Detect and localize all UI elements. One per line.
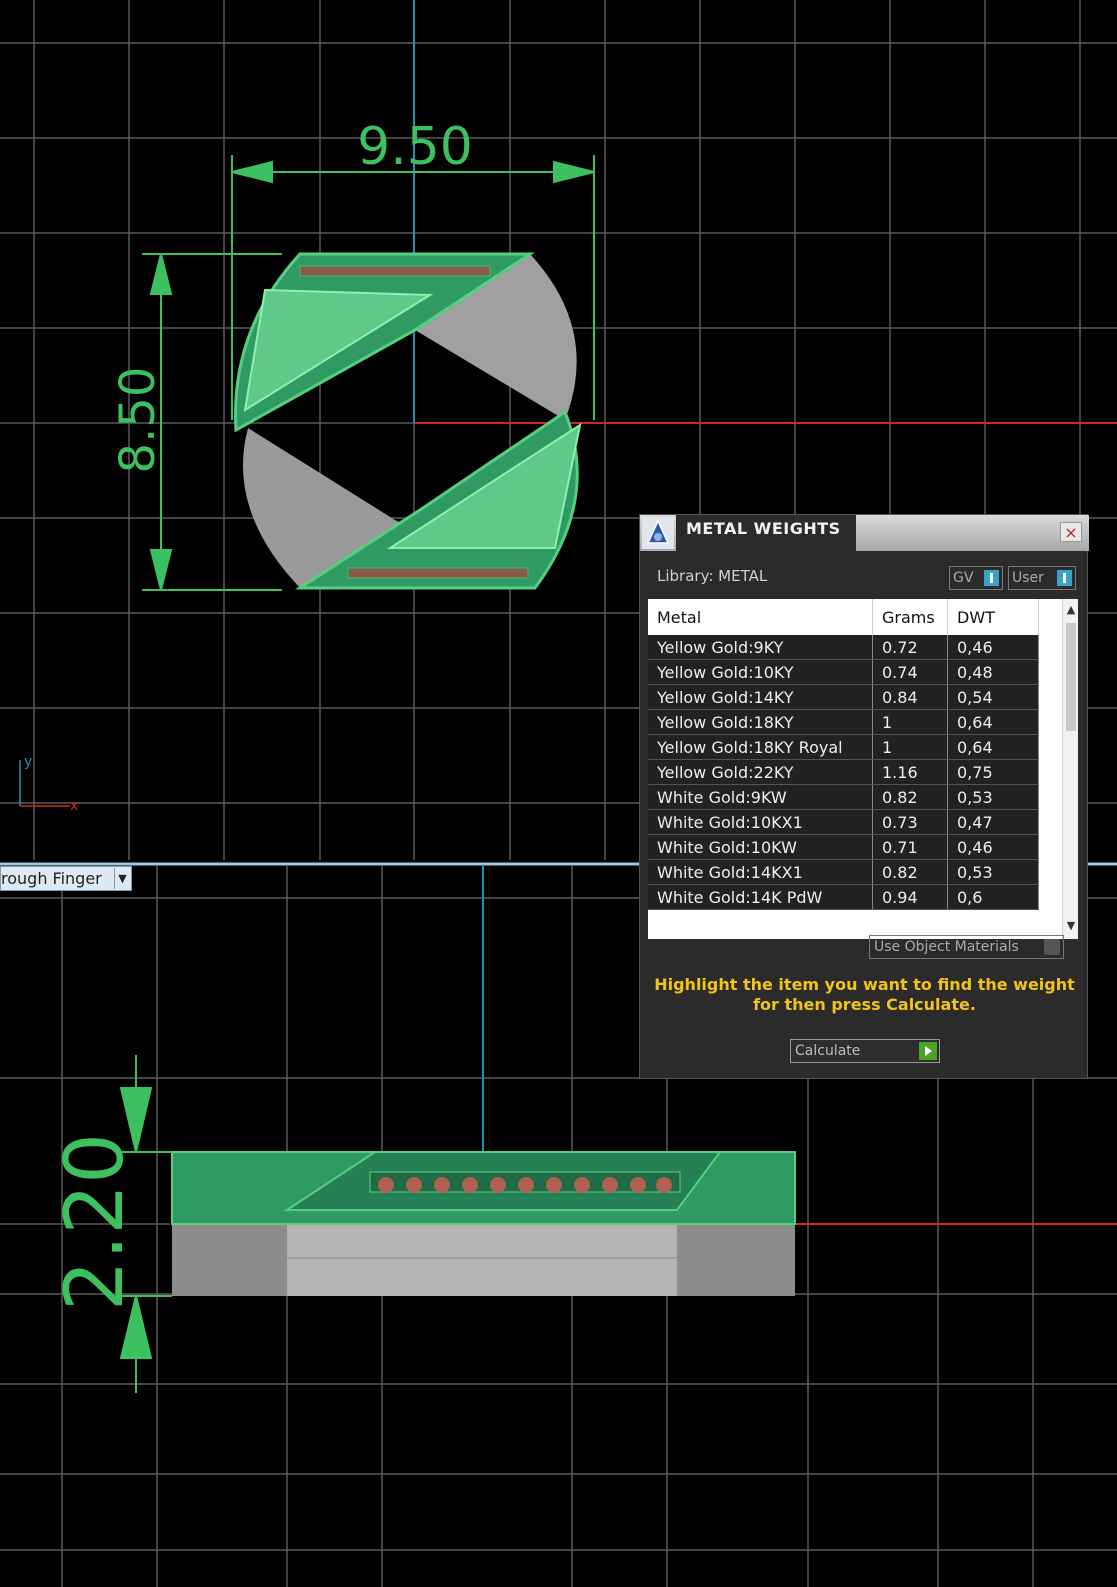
table-row[interactable]: Yellow Gold:22KY 1.16 0,75 xyxy=(648,759,1039,785)
instruction-text: Highlight the item you want to find the … xyxy=(640,975,1089,1015)
app-logo-icon xyxy=(642,517,674,549)
user-toggle-label: User xyxy=(1012,570,1044,586)
table-scrollbar[interactable]: ▲ ▼ xyxy=(1062,599,1078,939)
cell-grams: 1 xyxy=(872,734,948,760)
cell-grams: 1.16 xyxy=(872,759,948,785)
cell-metal: Yellow Gold:22KY xyxy=(648,759,873,785)
close-button[interactable]: × xyxy=(1060,522,1082,542)
cell-grams: 1 xyxy=(872,709,948,735)
ring-top-view xyxy=(234,252,582,590)
toggle-knob-icon xyxy=(984,570,999,586)
column-header-grams[interactable]: Grams xyxy=(872,599,948,635)
dimension-width-label: 9.50 xyxy=(357,117,473,177)
column-header-metal[interactable]: Metal xyxy=(648,599,873,635)
cell-dwt: 0,47 xyxy=(947,809,1039,835)
table-row[interactable]: White Gold:14K PdW 0.94 0,6 xyxy=(648,884,1039,910)
ring-side-view xyxy=(171,1151,796,1296)
use-object-materials-label: Use Object Materials xyxy=(874,939,1019,955)
table-row[interactable]: White Gold:10KW 0.71 0,46 xyxy=(648,834,1039,860)
cell-metal: White Gold:14KX1 xyxy=(648,859,873,885)
table-row[interactable]: Yellow Gold:10KY 0.74 0,48 xyxy=(648,659,1039,685)
table-row[interactable]: Yellow Gold:18KY 1 0,64 xyxy=(648,709,1039,735)
cell-metal: White Gold:10KX1 xyxy=(648,809,873,835)
chevron-down-icon[interactable]: ▼ xyxy=(114,868,130,889)
calculate-label: Calculate xyxy=(795,1043,861,1059)
cell-grams: 0.82 xyxy=(872,859,948,885)
cell-dwt: 0,46 xyxy=(947,635,1039,660)
cell-dwt: 0,6 xyxy=(947,884,1039,910)
cell-dwt: 0,64 xyxy=(947,709,1039,735)
play-arrow-icon xyxy=(919,1042,937,1060)
toggle-indicator-icon xyxy=(1044,939,1060,955)
dialog-title: METAL WEIGHTS xyxy=(686,519,841,538)
table-row[interactable]: White Gold:10KX1 0.73 0,47 xyxy=(648,809,1039,835)
gv-toggle[interactable]: GV xyxy=(949,566,1003,590)
cell-grams: 0.73 xyxy=(872,809,948,835)
view-mode-dropdown[interactable]: rough Finger ▼ xyxy=(0,866,132,891)
cell-dwt: 0,75 xyxy=(947,759,1039,785)
cell-dwt: 0,48 xyxy=(947,659,1039,685)
table-row[interactable]: Yellow Gold:14KY 0.84 0,54 xyxy=(648,684,1039,710)
use-object-materials-toggle[interactable]: Use Object Materials xyxy=(869,935,1064,959)
cell-dwt: 0,53 xyxy=(947,784,1039,810)
calculate-button[interactable]: Calculate xyxy=(790,1039,940,1063)
cell-grams: 0.72 xyxy=(872,635,948,660)
cell-metal: White Gold:14K PdW xyxy=(648,884,873,910)
cell-metal: Yellow Gold:10KY xyxy=(648,659,873,685)
table-row[interactable]: White Gold:14KX1 0.82 0,53 xyxy=(648,859,1039,885)
cell-metal: Yellow Gold:14KY xyxy=(648,684,873,710)
cell-dwt: 0,64 xyxy=(947,734,1039,760)
scroll-down-icon[interactable]: ▼ xyxy=(1063,919,1078,935)
cell-grams: 0.71 xyxy=(872,834,948,860)
instruction-line-2: for then press Calculate. xyxy=(753,995,976,1014)
cell-dwt: 0,54 xyxy=(947,684,1039,710)
cell-metal: Yellow Gold:18KY xyxy=(648,709,873,735)
cell-metal: White Gold:10KW xyxy=(648,834,873,860)
table-row[interactable]: Yellow Gold:9KY 0.72 0,46 xyxy=(648,635,1039,660)
user-toggle[interactable]: User xyxy=(1008,566,1076,590)
cell-dwt: 0,53 xyxy=(947,859,1039,885)
metal-weights-dialog: METAL WEIGHTS × Library: METAL GV User M… xyxy=(639,514,1089,1079)
scroll-thumb[interactable] xyxy=(1066,623,1076,731)
gv-toggle-label: GV xyxy=(953,570,974,586)
table-row[interactable]: White Gold:9KW 0.82 0,53 xyxy=(648,784,1039,810)
cell-metal: Yellow Gold:9KY xyxy=(648,635,873,660)
scroll-up-icon[interactable]: ▲ xyxy=(1063,603,1078,619)
table-row[interactable]: Yellow Gold:18KY Royal 1 0,64 xyxy=(648,734,1039,760)
view-mode-value: rough Finger xyxy=(1,869,102,888)
axis-x-label: x xyxy=(70,798,78,814)
dimension-side-label: 2.20 xyxy=(48,1133,141,1311)
cell-grams: 0.82 xyxy=(872,784,948,810)
cell-grams: 0.94 xyxy=(872,884,948,910)
instruction-line-1: Highlight the item you want to find the … xyxy=(654,975,1075,994)
metal-table: Metal Grams DWT Yellow Gold:9KY 0.72 0,46 Y… xyxy=(648,599,1078,939)
cell-grams: 0.74 xyxy=(872,659,948,685)
axis-y-label: y xyxy=(24,754,32,770)
column-header-dwt[interactable]: DWT xyxy=(947,599,1039,635)
library-label: Library: METAL xyxy=(657,567,768,585)
cell-dwt: 0,46 xyxy=(947,834,1039,860)
toggle-knob-icon xyxy=(1057,570,1072,586)
dimension-height-label: 8.50 xyxy=(110,367,166,474)
cell-metal: White Gold:9KW xyxy=(648,784,873,810)
cell-grams: 0.84 xyxy=(872,684,948,710)
cell-metal: Yellow Gold:18KY Royal xyxy=(648,734,873,760)
